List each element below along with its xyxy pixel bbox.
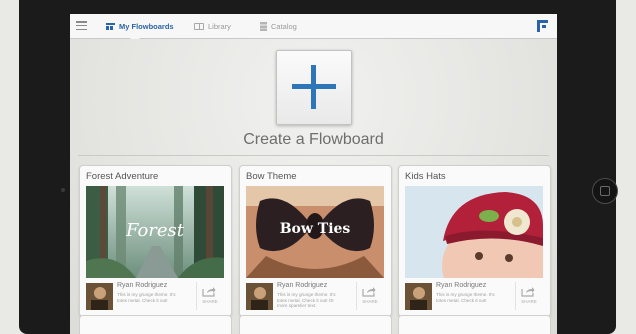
plus-icon [292, 65, 336, 109]
create-flowboard-label: Create a Flowboard [243, 131, 384, 148]
flowboard-card-partial[interactable] [398, 315, 551, 334]
tab-label: Catalog [271, 21, 297, 31]
flowboard-card-partial[interactable] [239, 315, 392, 334]
tab-label: My Flowboards [119, 21, 174, 31]
main-content: Create a Flowboard Forest Adventure Fore… [70, 39, 557, 334]
card-footer: Ryan Rodriguez This is my grunge theme. … [86, 282, 224, 312]
share-icon [362, 287, 376, 297]
card-description: This is my grunge theme. It's totes meta… [117, 292, 176, 303]
section-divider [78, 155, 549, 156]
app-screen: My Flowboards Library Catalog Create a F… [70, 14, 557, 334]
flowboard-card-bow-theme[interactable]: Bow Theme Bow Ties Ryan Rodriguez This i… [239, 165, 392, 317]
thumbnail-overlay-text: Forest [125, 220, 185, 241]
card-description: This is my grunge theme. It's totes meta… [436, 292, 495, 303]
card-title: Kids Hats [405, 171, 446, 182]
avatar [86, 283, 113, 310]
share-icon [202, 287, 216, 297]
card-title: Forest Adventure [86, 171, 159, 182]
flowboards-grid-icon [106, 22, 115, 30]
hamburger-menu-icon[interactable] [76, 21, 87, 31]
card-footer: Ryan Rodriguez This is my grunge theme. … [246, 282, 384, 312]
author-name: Ryan Rodriguez [117, 282, 168, 289]
share-button[interactable]: SHARE [196, 282, 223, 310]
flowboard-logo-icon[interactable] [537, 20, 548, 32]
camera-lens [61, 188, 65, 192]
share-label: SHARE [202, 299, 218, 304]
tab-my-flowboards[interactable]: My Flowboards [106, 14, 174, 38]
top-navigation-bar: My Flowboards Library Catalog [70, 14, 557, 39]
flowboard-card-kids-hats[interactable]: Kids Hats Ryan Rodriguez This is my grun… [398, 165, 551, 317]
tab-label: Library [208, 21, 231, 31]
share-label: SHARE [521, 299, 537, 304]
card-footer: Ryan Rodriguez This is my grunge theme. … [405, 282, 543, 312]
card-title: Bow Theme [246, 171, 297, 182]
share-button[interactable]: SHARE [356, 282, 383, 310]
card-thumbnail: Forest [86, 186, 224, 278]
share-icon [521, 287, 535, 297]
home-button[interactable] [592, 178, 618, 204]
share-label: SHARE [362, 299, 378, 304]
author-name: Ryan Rodriguez [436, 282, 487, 289]
thumbnail-overlay-text: Bow Ties [279, 221, 351, 237]
share-button[interactable]: SHARE [515, 282, 542, 310]
author-name: Ryan Rodriguez [277, 282, 328, 289]
book-icon [194, 22, 204, 30]
flowboard-card-forest-adventure[interactable]: Forest Adventure Forest Ryan Rodriguez T… [79, 165, 232, 317]
tab-catalog[interactable]: Catalog [260, 14, 297, 38]
create-flowboard-button[interactable] [276, 50, 352, 125]
card-description: This is my grunge theme. It's totes meta… [277, 292, 336, 309]
flowboard-card-partial[interactable] [79, 315, 232, 334]
card-thumbnail [405, 186, 543, 278]
tab-library[interactable]: Library [194, 14, 231, 38]
card-thumbnail: Bow Ties [246, 186, 384, 278]
stack-icon [260, 21, 267, 31]
avatar [405, 283, 432, 310]
avatar [246, 283, 273, 310]
